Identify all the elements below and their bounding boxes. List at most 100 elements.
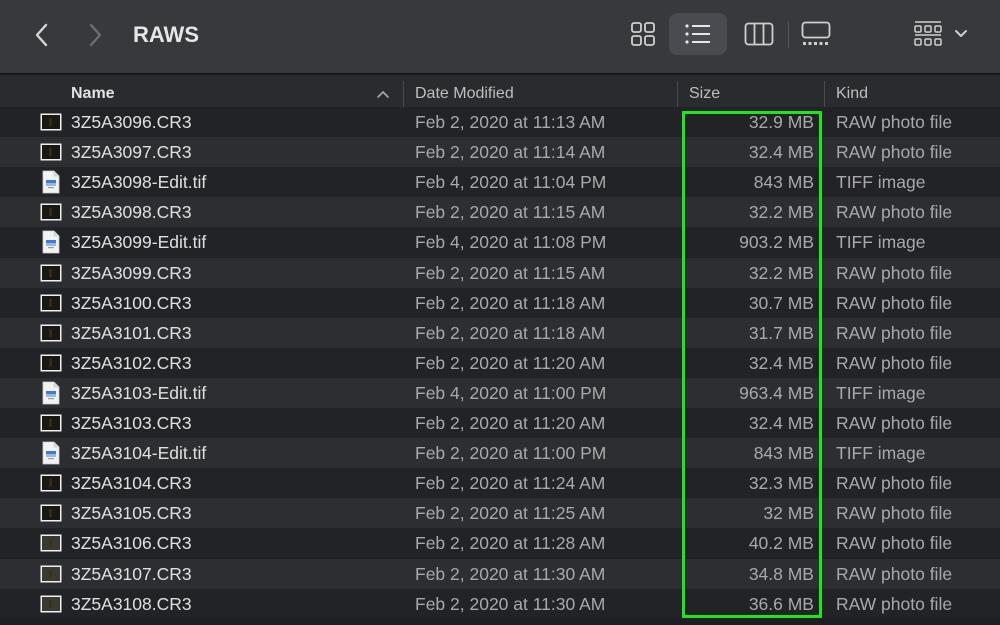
file-size: 32 MB (763, 503, 814, 524)
file-name: 3Z5A3106.CR3 (71, 533, 192, 554)
finder-toolbar: RAWS (0, 0, 1000, 74)
file-date-modified: Feb 2, 2020 at 11:28 AM (415, 533, 606, 554)
file-kind: RAW photo file (836, 142, 953, 163)
tiff-document-icon (42, 441, 60, 465)
raw-photo-thumbnail-icon (40, 534, 62, 552)
file-size: 843 MB (753, 443, 814, 464)
file-row[interactable]: 3Z5A3096.CR3 Feb 2, 2020 at 11:13 AM 32.9 … (0, 107, 1000, 137)
file-size: 32.4 MB (748, 142, 814, 163)
raw-photo-thumbnail-icon (40, 294, 62, 312)
file-size: 40.2 MB (748, 533, 814, 554)
column-divider[interactable] (403, 81, 404, 107)
file-date-modified: Feb 2, 2020 at 11:14 AM (415, 142, 606, 163)
window-title: RAWS (133, 22, 199, 47)
tiff-document-icon (42, 381, 60, 405)
chevron-left-icon (35, 23, 48, 47)
file-name: 3Z5A3108.CR3 (71, 593, 192, 614)
raw-photo-thumbnail-icon (40, 324, 62, 342)
file-date-modified: Feb 2, 2020 at 11:25 AM (415, 503, 606, 524)
file-row[interactable]: 3Z5A3103-Edit.tif Feb 4, 2020 at 11:00 PM… (0, 377, 1000, 408)
icon-view-button[interactable] (622, 13, 664, 55)
file-size: 34.8 MB (748, 563, 814, 584)
file-name: 3Z5A3101.CR3 (71, 322, 192, 343)
list-icon (685, 24, 710, 44)
raw-photo-thumbnail-icon (40, 474, 62, 492)
raw-photo-thumbnail-icon (40, 595, 62, 613)
forward-button[interactable] (80, 20, 110, 50)
list-view-button[interactable] (669, 13, 727, 55)
file-name: 3Z5A3099-Edit.tif (71, 232, 207, 253)
file-size: 32.4 MB (748, 352, 814, 373)
file-date-modified: Feb 2, 2020 at 11:18 AM (415, 322, 606, 343)
sort-ascending-icon[interactable] (376, 87, 390, 101)
back-button[interactable] (27, 20, 57, 50)
file-date-modified: Feb 2, 2020 at 11:30 AM (415, 563, 606, 584)
column-divider[interactable] (824, 81, 825, 107)
file-date-modified: Feb 2, 2020 at 11:13 AM (415, 112, 606, 132)
file-name: 3Z5A3100.CR3 (71, 292, 192, 313)
file-row[interactable]: 3Z5A3098.CR3 Feb 2, 2020 at 11:15 AM 32.2 … (0, 197, 1000, 228)
raw-photo-thumbnail-icon (40, 203, 62, 221)
file-row[interactable]: 3Z5A3100.CR3 Feb 2, 2020 at 11:18 AM 30.7 … (0, 287, 1000, 318)
file-row[interactable]: 3Z5A3098-Edit.tif Feb 4, 2020 at 11:04 PM… (0, 167, 1000, 198)
file-date-modified: Feb 2, 2020 at 11:00 PM (415, 443, 607, 464)
file-kind: TIFF image (836, 443, 926, 464)
file-kind: RAW photo file (836, 112, 953, 132)
raw-photo-thumbnail-icon (40, 504, 62, 522)
file-row[interactable]: 3Z5A3097.CR3 Feb 2, 2020 at 11:14 AM 32.4 … (0, 137, 1000, 168)
file-name: 3Z5A3103-Edit.tif (71, 382, 207, 403)
file-row[interactable]: 3Z5A3099-Edit.tif Feb 4, 2020 at 11:08 PM… (0, 227, 1000, 258)
file-kind: RAW photo file (836, 503, 953, 524)
file-name: 3Z5A3105.CR3 (71, 503, 192, 524)
file-kind: RAW photo file (836, 352, 953, 373)
file-row[interactable]: 3Z5A3107.CR3 Feb 2, 2020 at 11:30 AM 34.8 … (0, 558, 1000, 589)
file-size: 843 MB (753, 172, 814, 193)
group-by-icon (914, 21, 942, 46)
raw-photo-thumbnail-icon (40, 565, 62, 582)
file-date-modified: Feb 4, 2020 at 11:08 PM (415, 232, 607, 253)
file-row[interactable]: 3Z5A3104-Edit.tif Feb 2, 2020 at 11:00 PM… (0, 438, 1000, 469)
file-row[interactable]: 3Z5A3104.CR3 Feb 2, 2020 at 11:24 AM 32.3 … (0, 468, 1000, 499)
file-date-modified: Feb 2, 2020 at 11:15 AM (415, 262, 606, 283)
file-size: 903.2 MB (739, 232, 814, 253)
file-kind: RAW photo file (836, 292, 953, 313)
file-size: 30.7 MB (748, 292, 814, 313)
grid-icon (631, 22, 655, 46)
file-date-modified: Feb 2, 2020 at 11:15 AM (415, 202, 606, 223)
raw-photo-thumbnail-icon (40, 414, 62, 432)
file-row[interactable]: 3Z5A3106.CR3 Feb 2, 2020 at 11:28 AM 40.2 … (0, 528, 1000, 559)
file-date-modified: Feb 2, 2020 at 11:30 AM (415, 593, 606, 614)
file-kind: RAW photo file (836, 413, 953, 433)
file-size: 32.2 MB (748, 262, 814, 283)
file-date-modified: Feb 2, 2020 at 11:24 AM (415, 473, 606, 494)
file-kind: RAW photo file (836, 262, 953, 283)
file-row[interactable]: 3Z5A3101.CR3 Feb 2, 2020 at 11:18 AM 31.7 … (0, 317, 1000, 348)
raw-photo-thumbnail-icon (40, 143, 62, 161)
group-by-button[interactable] (910, 13, 972, 55)
file-kind: RAW photo file (836, 533, 953, 554)
tiff-document-icon (42, 230, 60, 254)
gallery-view-button[interactable] (796, 13, 836, 55)
file-size: 963.4 MB (739, 382, 814, 403)
chevron-down-icon (955, 30, 967, 37)
file-size: 32.9 MB (748, 112, 814, 132)
file-name: 3Z5A3097.CR3 (71, 142, 192, 163)
columns-icon (744, 22, 774, 46)
file-row[interactable]: 3Z5A3102.CR3 Feb 2, 2020 at 11:20 AM 32.4 … (0, 347, 1000, 378)
column-view-button[interactable] (738, 13, 780, 55)
file-name: 3Z5A3102.CR3 (71, 352, 192, 373)
file-list: 3Z5A3096.CR3 Feb 2, 2020 at 11:13 AM 32.9 … (0, 107, 1000, 625)
file-kind: RAW photo file (836, 563, 953, 584)
file-size: 31.7 MB (748, 322, 814, 343)
file-name: 3Z5A3107.CR3 (71, 563, 192, 584)
file-kind: RAW photo file (836, 593, 953, 614)
file-row[interactable]: 3Z5A3108.CR3 Feb 2, 2020 at 11:30 AM 36.6 … (0, 588, 1000, 619)
file-kind: TIFF image (836, 232, 926, 253)
file-row[interactable]: 3Z5A3103.CR3 Feb 2, 2020 at 11:20 AM 32.4 … (0, 408, 1000, 438)
file-row[interactable]: 3Z5A3105.CR3 Feb 2, 2020 at 11:25 AM 32 MB… (0, 498, 1000, 529)
column-divider[interactable] (677, 81, 678, 107)
file-name: 3Z5A3096.CR3 (71, 112, 192, 132)
file-row[interactable]: 3Z5A3099.CR3 Feb 2, 2020 at 11:15 AM 32.2 … (0, 257, 1000, 288)
raw-photo-thumbnail-icon (40, 113, 62, 131)
file-name: 3Z5A3099.CR3 (71, 262, 192, 283)
